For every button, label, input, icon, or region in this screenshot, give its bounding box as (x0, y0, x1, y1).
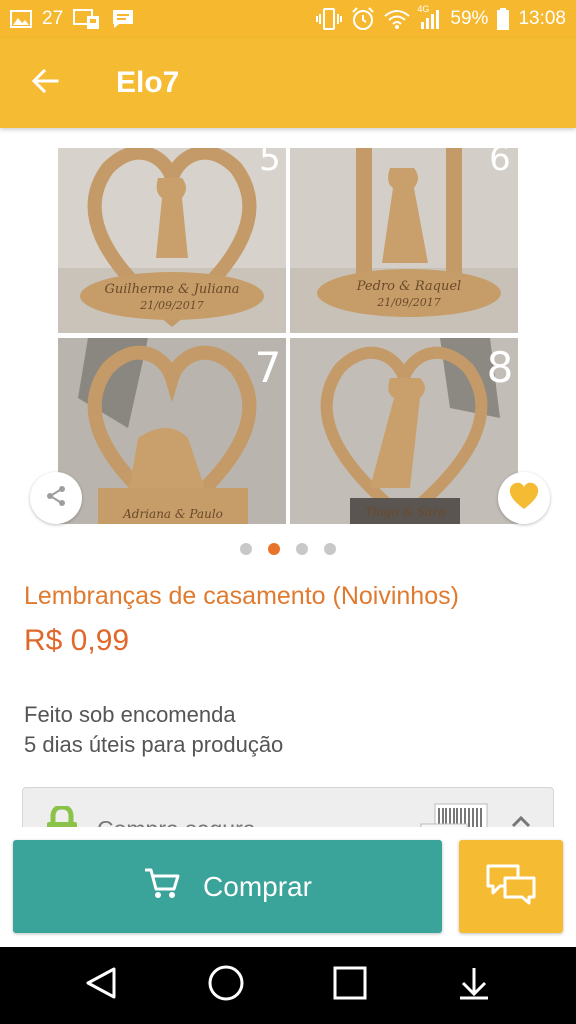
production-time: 5 dias úteis para produção (24, 732, 284, 757)
status-left: 27 (10, 7, 135, 31)
tile-number: 6 (489, 148, 511, 179)
pagination-dot-active[interactable] (268, 543, 280, 555)
engraving-text: Guilherme & Juliana (105, 282, 240, 297)
purchase-action-bar: Comprar (0, 827, 576, 947)
product-price: R$ 0,99 (24, 624, 130, 657)
arrow-left-icon (30, 66, 60, 101)
screen: 27 4G 59% 13:08 Elo7 Guilherme & Juliana… (0, 0, 576, 1024)
engraving-text: Tiago & Sara (365, 505, 445, 519)
gallery-pagination (0, 543, 576, 555)
engraving-date: 21/09/2017 (139, 299, 203, 312)
back-button[interactable] (0, 38, 90, 128)
share-icon (44, 484, 68, 513)
chat-icon (485, 863, 537, 910)
nav-home-button[interactable] (196, 956, 256, 1016)
back-triangle-icon (84, 965, 120, 1006)
status-right: 4G 59% 13:08 (316, 4, 566, 31)
network-label: 4G (417, 4, 430, 14)
recents-square-icon (332, 965, 368, 1006)
message-icon (111, 8, 135, 30)
pagination-dot[interactable] (240, 543, 252, 555)
nav-download-button[interactable] (444, 956, 504, 1016)
app-bar: Elo7 (0, 38, 576, 128)
engraving-text: Adriana & Paulo (122, 507, 223, 521)
status-bar: 27 4G 59% 13:08 (0, 0, 576, 38)
nav-back-button[interactable] (72, 956, 132, 1016)
favorite-button[interactable] (498, 472, 550, 524)
notification-count: 27 (42, 8, 64, 29)
battery-icon (497, 8, 510, 30)
mail-icon (73, 7, 101, 31)
engraving-text: Pedro & Raquel (356, 279, 461, 294)
tile-number: 5 (259, 148, 281, 179)
buy-button[interactable]: Comprar (13, 840, 442, 933)
alarm-icon (351, 7, 375, 31)
heart-icon (508, 481, 540, 516)
gallery-tile: Adriana & Paulo 7 (58, 338, 286, 524)
gallery-tile: Tiago & Sara 8 (290, 338, 518, 524)
pagination-dot[interactable] (296, 543, 308, 555)
system-nav-bar (0, 947, 576, 1024)
chat-button[interactable] (459, 840, 563, 933)
home-circle-icon (207, 964, 245, 1007)
gallery-tile: Pedro & Raquel 21/09/2017 6 (290, 148, 518, 333)
gallery-tile: Guilherme & Juliana 21/09/2017 5 (58, 148, 286, 333)
engraving-date: 21/09/2017 (376, 296, 440, 309)
vibrate-icon (316, 8, 343, 30)
tile-number: 8 (487, 343, 514, 392)
status-time: 13:08 (518, 8, 566, 29)
download-arrow-icon (456, 965, 492, 1006)
image-icon (10, 9, 32, 29)
tile-number: 7 (255, 343, 282, 392)
production-type: Feito sob encomenda (24, 702, 236, 727)
signal-icon: 4G (417, 4, 441, 30)
nav-recents-button[interactable] (320, 956, 380, 1016)
buy-button-label: Comprar (203, 870, 312, 902)
pagination-dot[interactable] (324, 543, 336, 555)
app-title: Elo7 (116, 66, 180, 99)
product-image-gallery[interactable]: Guilherme & Juliana 21/09/2017 5 Pedro &… (56, 148, 520, 524)
share-button[interactable] (30, 472, 82, 524)
battery-percent: 59% (450, 8, 489, 29)
cart-icon (143, 867, 181, 906)
product-title: Lembranças de casamento (Noivinhos) (24, 582, 459, 610)
wifi-icon (384, 8, 411, 30)
